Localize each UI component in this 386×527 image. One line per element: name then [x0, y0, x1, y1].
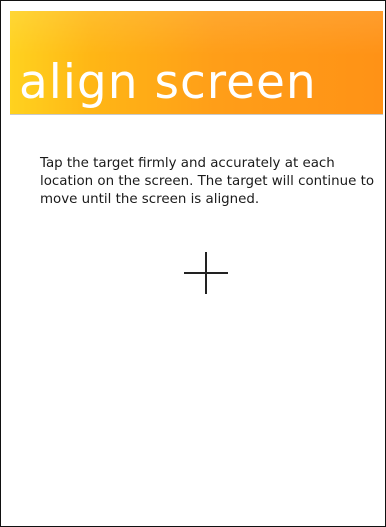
calibration-window: align screen Tap the target firmly and a… [0, 0, 386, 527]
crosshair-icon[interactable] [184, 252, 228, 294]
title-banner: align screen [10, 11, 383, 114]
crosshair-vertical-line [205, 252, 207, 294]
header-divider [10, 114, 383, 115]
banner-highlight [10, 11, 383, 55]
instructions-text: Tap the target firmly and accurately at … [40, 156, 375, 207]
page-title: align screen [19, 55, 317, 110]
